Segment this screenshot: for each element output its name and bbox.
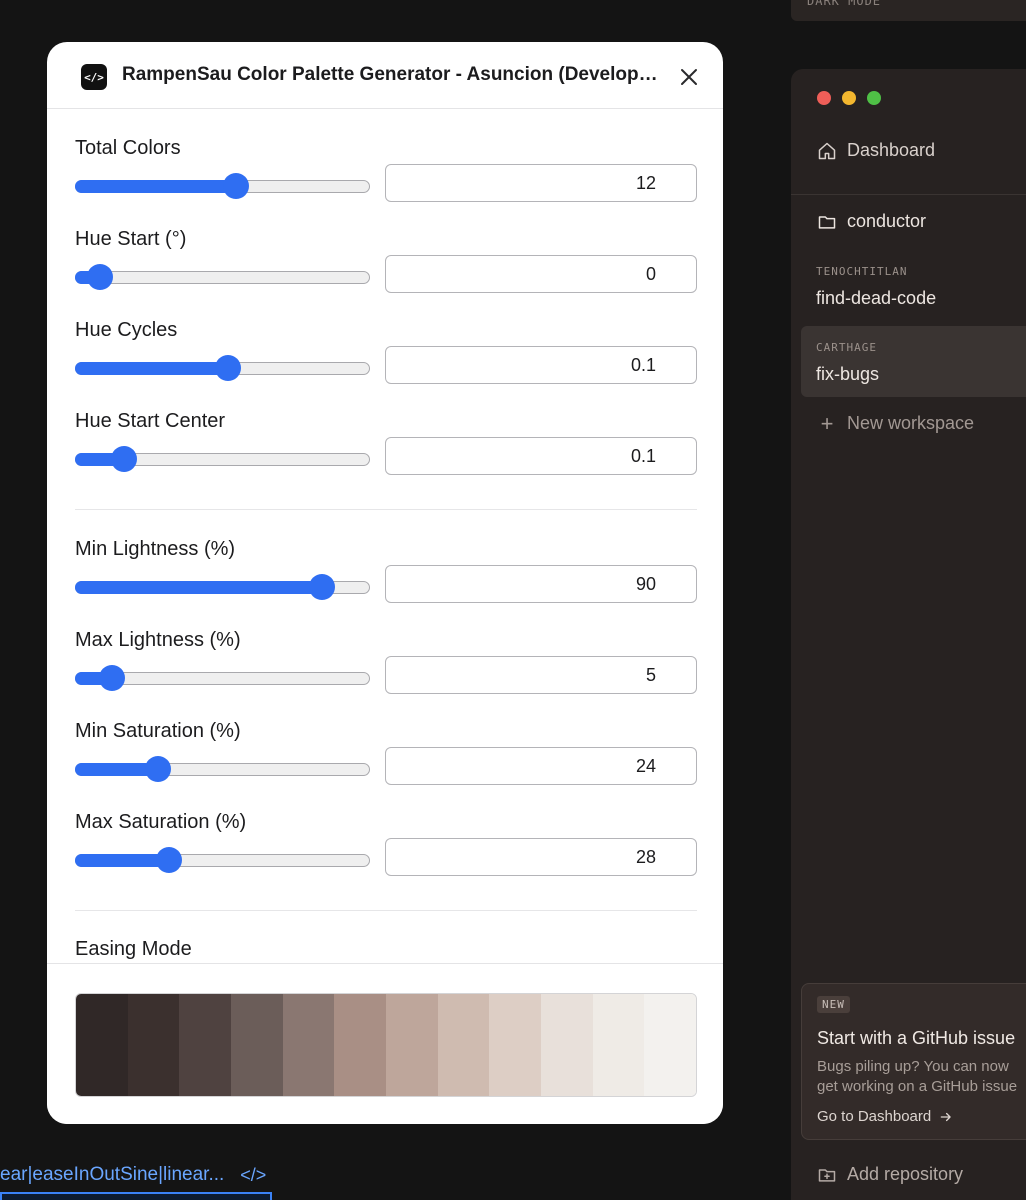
total-colors-input[interactable] <box>385 164 697 202</box>
workspace-item-fix-bugs[interactable]: fix-bugs <box>816 364 879 385</box>
dialog-header: </> RampenSau Color Palette Generator - … <box>47 42 723 109</box>
palette-swatch <box>76 994 128 1096</box>
home-icon <box>818 142 836 159</box>
param-label: Hue Start Center <box>75 410 226 432</box>
max-lightness-slider[interactable] <box>75 665 370 691</box>
palette-preview <box>75 993 697 1097</box>
palette-swatch <box>592 994 645 1096</box>
slider-track <box>75 271 370 284</box>
repo-name: conductor <box>847 211 927 231</box>
slider-thumb[interactable] <box>222 173 249 199</box>
new-workspace-label: New workspace <box>847 413 975 433</box>
hue-cycles-input[interactable] <box>385 346 697 384</box>
go-to-dashboard-link[interactable]: Go to Dashboard <box>817 1108 953 1125</box>
palette-swatch <box>437 994 490 1096</box>
palette-swatch <box>127 994 180 1096</box>
code-snippet: ear|easeInOutSine|linear... </> <box>0 1160 266 1190</box>
github-issue-card: NEW Start with a GitHub issue Bugs pilin… <box>801 983 1026 1140</box>
param-label: Max Lightness (%) <box>75 629 241 651</box>
palette-generator-dialog: </> RampenSau Color Palette Generator - … <box>47 42 723 1124</box>
code-text: ear|easeInOutSine|linear... <box>0 1164 225 1185</box>
card-description: Bugs piling up? You can now get working … <box>817 1057 1026 1097</box>
dialog-title: RampenSau Color Palette Generator - Asun… <box>122 64 667 85</box>
palette-swatch <box>334 994 387 1096</box>
minimize-window-button[interactable] <box>842 91 856 105</box>
param-label: Hue Start (°) <box>75 228 187 250</box>
card-description-line: get working on a GitHub issue <box>817 1078 1018 1095</box>
param-label: Max Saturation (%) <box>75 811 247 833</box>
code-icon: </> <box>81 64 107 90</box>
slider-fill <box>75 180 236 193</box>
zoom-window-button[interactable] <box>867 91 881 105</box>
slider-fill <box>75 362 228 375</box>
arrow-right-icon <box>940 1112 951 1121</box>
workspace-label: TENOCHTITLAN <box>816 265 908 278</box>
easing-mode-label: Easing Mode <box>75 938 192 960</box>
code-input-outline <box>0 1192 272 1200</box>
card-description-line: Bugs piling up? You can now <box>817 1058 1009 1075</box>
hue-start-center-input[interactable] <box>385 437 697 475</box>
max-saturation-input[interactable] <box>385 838 697 876</box>
slider-thumb[interactable] <box>111 446 138 472</box>
add-repository-label: Add repository <box>847 1164 964 1184</box>
slider-thumb[interactable] <box>214 355 241 381</box>
slider-thumb[interactable] <box>309 574 336 600</box>
hue-cycles-slider[interactable] <box>75 355 370 381</box>
card-title: Start with a GitHub issue <box>817 1028 1016 1048</box>
min-lightness-input[interactable] <box>385 565 697 603</box>
min-saturation-slider[interactable] <box>75 756 370 782</box>
dialog-footer <box>47 963 723 1124</box>
hue-start-center-slider[interactable] <box>75 446 370 472</box>
workspace-item-selected[interactable] <box>801 326 1026 397</box>
app-sidebar: Dashboard conductor TENOCHTITLAN find-de… <box>791 69 1026 1200</box>
palette-swatch <box>644 994 696 1096</box>
total-colors-slider[interactable] <box>75 173 370 199</box>
palette-swatch <box>231 994 283 1096</box>
palette-swatch <box>282 994 335 1096</box>
hue-start-slider[interactable] <box>75 264 370 290</box>
close-icon[interactable] <box>679 67 699 87</box>
palette-swatch <box>489 994 542 1096</box>
link-label: Go to Dashboard <box>817 1108 932 1125</box>
hue-start-input[interactable] <box>385 255 697 293</box>
add-folder-icon <box>818 1168 836 1182</box>
divider <box>75 509 697 510</box>
max-lightness-input[interactable] <box>385 656 697 694</box>
palette-swatch <box>179 994 232 1096</box>
param-label: Min Lightness (%) <box>75 538 236 560</box>
sidebar-item-dashboard[interactable]: Dashboard <box>817 140 935 161</box>
close-window-button[interactable] <box>817 91 831 105</box>
palette-swatch <box>386 994 438 1096</box>
sidebar-item-label: Dashboard <box>847 140 936 160</box>
param-label: Total Colors <box>75 137 181 159</box>
min-saturation-input[interactable] <box>385 747 697 785</box>
sidebar-item-repo[interactable]: conductor <box>817 211 926 232</box>
plus-icon: + <box>820 410 834 436</box>
divider <box>791 194 1026 195</box>
palette-swatch <box>541 994 593 1096</box>
workspace-item-find-dead-code[interactable]: find-dead-code <box>816 288 936 309</box>
code-icon[interactable]: </> <box>240 1165 266 1186</box>
param-label: Min Saturation (%) <box>75 720 241 742</box>
new-workspace-button[interactable]: + New workspace <box>817 410 975 436</box>
max-saturation-slider[interactable] <box>75 847 370 873</box>
window-controls <box>817 91 881 105</box>
divider <box>75 910 697 911</box>
param-label: Hue Cycles <box>75 319 178 341</box>
slider-fill <box>75 581 323 594</box>
slider-thumb[interactable] <box>99 665 126 691</box>
dark-mode-label: DARK MODE <box>807 0 882 8</box>
new-badge: NEW <box>817 996 850 1013</box>
workspace-label: CARTHAGE <box>816 341 877 354</box>
add-repository-button[interactable]: Add repository <box>817 1164 963 1185</box>
folder-icon <box>818 215 836 229</box>
slider-thumb[interactable] <box>87 264 114 290</box>
dark-mode-strip: DARK MODE <box>791 0 1026 21</box>
slider-thumb[interactable] <box>155 847 182 873</box>
slider-fill <box>75 854 169 867</box>
slider-thumb[interactable] <box>144 756 171 782</box>
min-lightness-slider[interactable] <box>75 574 370 600</box>
